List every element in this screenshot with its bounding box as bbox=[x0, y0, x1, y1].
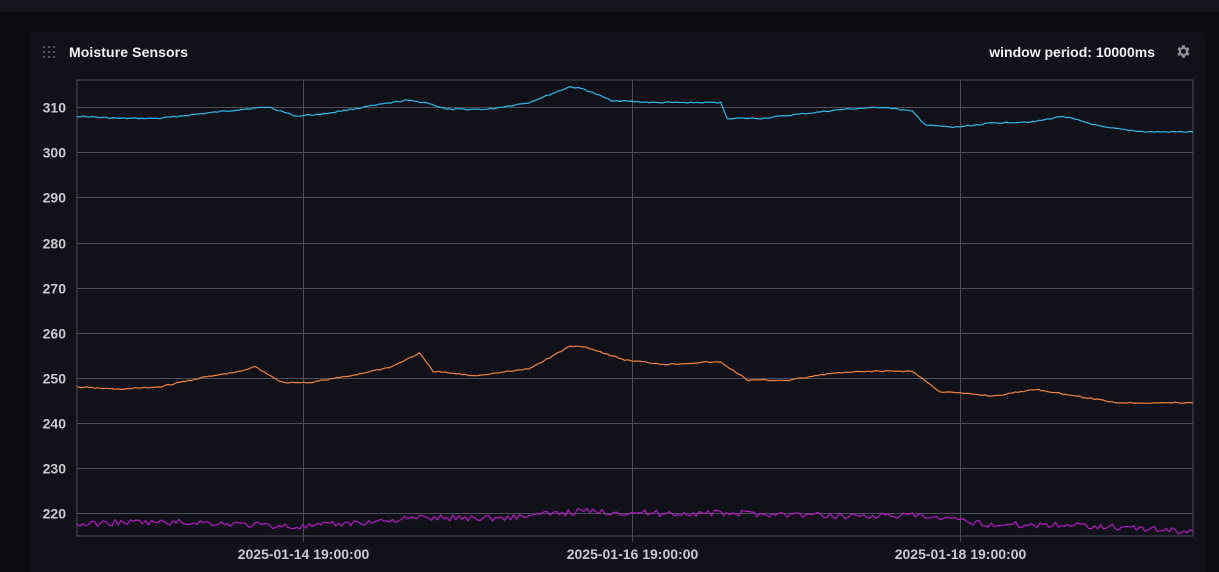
y-tick-label: 250 bbox=[43, 371, 67, 387]
x-tick-label: 2025-01-18 19:00:00 bbox=[895, 546, 1027, 562]
y-tick-label: 310 bbox=[43, 100, 67, 116]
series-line-1 bbox=[76, 86, 1194, 133]
y-tick-label: 220 bbox=[43, 506, 67, 522]
y-tick-label: 230 bbox=[43, 461, 67, 477]
y-tick-label: 240 bbox=[43, 416, 67, 432]
y-tick-label: 280 bbox=[43, 236, 67, 252]
y-tick-label: 290 bbox=[43, 190, 67, 206]
moisture-line-chart: 220 230 240 250 260 270 280 290 300 310 2025-01-1… bbox=[43, 79, 1194, 562]
x-tick-label: 2025-01-14 19:00:00 bbox=[238, 546, 370, 562]
y-tick-label: 300 bbox=[43, 145, 67, 161]
series-line-3 bbox=[76, 507, 1194, 535]
plot-frame bbox=[76, 79, 1194, 537]
y-tick-label: 260 bbox=[43, 326, 67, 342]
series-line-2 bbox=[76, 345, 1194, 404]
y-tick-label: 270 bbox=[43, 281, 67, 297]
x-tick-label: 2025-01-16 19:00:00 bbox=[567, 546, 699, 562]
